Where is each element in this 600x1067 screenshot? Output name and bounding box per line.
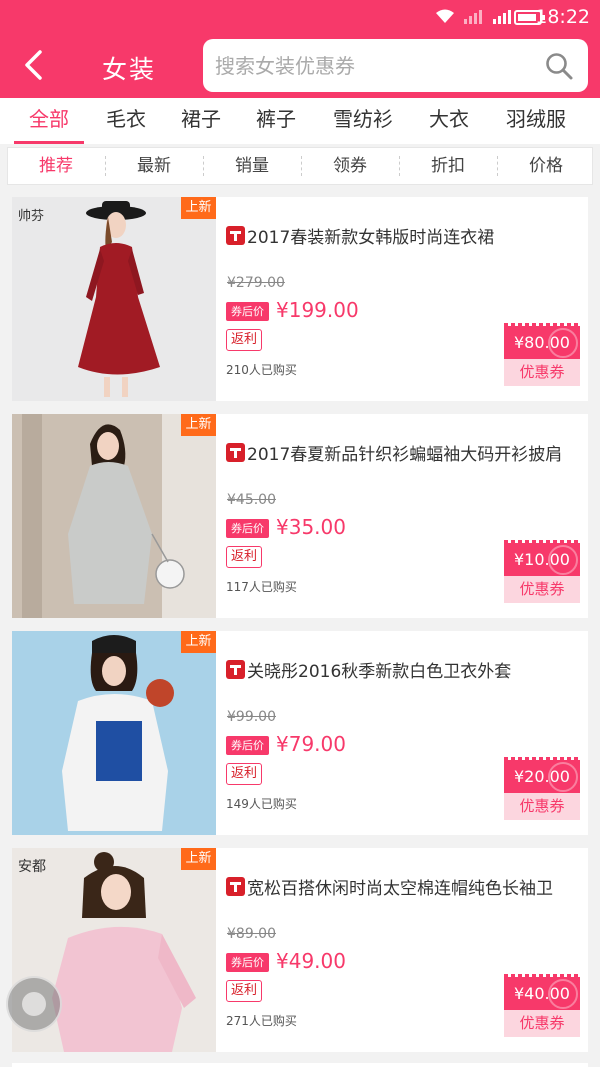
sort-price[interactable]: 价格 xyxy=(506,148,586,184)
page-title: 女装 xyxy=(102,55,157,84)
product-title-row[interactable]: 关晓彤2016秋季新款白色卫衣外套 xyxy=(226,656,582,682)
rebate-tag[interactable]: 返利 xyxy=(226,546,262,568)
sort-bar: 推荐 最新 销量 领券 折扣 价格 xyxy=(7,147,593,185)
tmall-icon xyxy=(226,442,245,462)
sort-coupon[interactable]: 领券 xyxy=(310,148,390,184)
category-tabs: 全部 毛衣 裙子 裤子 雪纺衫 大衣 羽绒服 xyxy=(0,98,600,144)
product-card[interactable]: 帅芬 上新 2017春装新款女韩版时尚连衣裙 ¥279.00 券后价 ¥199.… xyxy=(12,197,588,401)
tmall-icon xyxy=(226,876,245,896)
coupon-swirl-icon xyxy=(548,979,578,1009)
product-title-row[interactable]: 宽松百搭休闲时尚太空棉连帽纯色长袖卫 xyxy=(226,873,582,899)
signal-icon xyxy=(493,10,511,24)
rebate-tag[interactable]: 返利 xyxy=(226,763,262,785)
coupon-button[interactable]: ¥20.00 优惠券 xyxy=(504,757,580,822)
brand-logo: 帅芬 xyxy=(18,209,45,224)
app-header: 18:22 女装 xyxy=(0,0,600,98)
search-box[interactable] xyxy=(203,39,588,92)
tab-skirt[interactable]: 裙子 xyxy=(171,98,231,144)
next-product-card xyxy=(12,1063,588,1067)
product-title-row[interactable]: 2017春装新款女韩版时尚连衣裙 xyxy=(226,222,582,248)
after-coupon-price: ¥79.00 xyxy=(276,732,346,756)
coupon-swirl-icon xyxy=(548,328,578,358)
coupon-label: 优惠券 xyxy=(504,1010,580,1037)
original-price: ¥99.00 xyxy=(227,709,276,725)
divider xyxy=(105,156,106,176)
tab-coat[interactable]: 大衣 xyxy=(419,98,479,144)
original-price: ¥279.00 xyxy=(227,275,285,291)
after-coupon-price: ¥49.00 xyxy=(276,949,346,973)
new-badge: 上新 xyxy=(181,848,216,870)
rebate-tag[interactable]: 返利 xyxy=(226,329,262,351)
tmall-icon xyxy=(226,225,245,245)
product-image[interactable]: 帅芬 上新 xyxy=(12,197,216,401)
sold-count: 149人已购买 xyxy=(226,797,297,811)
brand-logo: 安都 xyxy=(18,859,46,875)
sort-recommended[interactable]: 推荐 xyxy=(16,148,96,184)
coupon-label: 优惠券 xyxy=(504,576,580,603)
sold-count: 210人已购买 xyxy=(226,363,297,377)
sort-sales[interactable]: 销量 xyxy=(212,148,292,184)
cardigan-photo xyxy=(12,414,216,618)
sold-count: 271人已购买 xyxy=(226,1014,297,1028)
after-coupon-price: ¥199.00 xyxy=(276,298,359,322)
product-title[interactable]: 2017春装新款女韩版时尚连衣裙 xyxy=(247,223,494,248)
product-card[interactable]: 安都 上新 宽松百搭休闲时尚太空棉连帽纯色长袖卫 ¥89.00 券后价 ¥49.… xyxy=(12,848,588,1052)
active-tab-indicator xyxy=(14,141,84,144)
floating-assistive-button[interactable] xyxy=(6,976,62,1032)
tab-down-jacket[interactable]: 羽绒服 xyxy=(497,98,575,144)
coupon-swirl-icon xyxy=(548,545,578,575)
chevron-left-icon[interactable] xyxy=(18,48,52,82)
product-title[interactable]: 宽松百搭休闲时尚太空棉连帽纯色长袖卫 xyxy=(247,874,553,899)
sold-count: 117人已购买 xyxy=(226,580,297,594)
search-icon[interactable] xyxy=(544,51,574,81)
coupon-price-label: 券后价 xyxy=(226,519,269,538)
coupon-button[interactable]: ¥40.00 优惠券 xyxy=(504,974,580,1039)
coupon-price-label: 券后价 xyxy=(226,953,269,972)
original-price: ¥89.00 xyxy=(227,926,276,942)
product-image[interactable]: 上新 xyxy=(12,414,216,618)
coupon-swirl-icon xyxy=(548,762,578,792)
divider xyxy=(203,156,204,176)
coupon-label: 优惠券 xyxy=(504,359,580,386)
coupon-price-label: 券后价 xyxy=(226,736,269,755)
product-card[interactable]: 上新 关晓彤2016秋季新款白色卫衣外套 ¥99.00 券后价 ¥79.00 返… xyxy=(12,631,588,835)
tab-pants[interactable]: 裤子 xyxy=(246,98,306,144)
tab-all[interactable]: 全部 xyxy=(14,98,84,144)
tab-chiffon[interactable]: 雪纺衫 xyxy=(324,98,402,144)
dress-photo xyxy=(78,201,160,397)
after-coupon-price: ¥35.00 xyxy=(276,515,346,539)
product-title-row[interactable]: 2017春夏新品针织衫蝙蝠袖大码开衫披肩 xyxy=(226,439,582,465)
new-badge: 上新 xyxy=(181,631,216,653)
product-card[interactable]: 上新 2017春夏新品针织衫蝙蝠袖大码开衫披肩 ¥45.00 券后价 ¥35.0… xyxy=(12,414,588,618)
status-time: 18:22 xyxy=(535,6,590,28)
divider xyxy=(497,156,498,176)
status-icons xyxy=(434,8,514,24)
status-bar: 18:22 xyxy=(0,0,600,34)
tab-sweater[interactable]: 毛衣 xyxy=(96,98,156,144)
new-badge: 上新 xyxy=(181,197,216,219)
product-title[interactable]: 2017春夏新品针织衫蝙蝠袖大码开衫披肩 xyxy=(247,440,562,465)
search-input[interactable] xyxy=(215,39,535,92)
divider xyxy=(399,156,400,176)
tmall-icon xyxy=(226,659,245,679)
sort-newest[interactable]: 最新 xyxy=(114,148,194,184)
coupon-label: 优惠券 xyxy=(504,793,580,820)
product-title[interactable]: 关晓彤2016秋季新款白色卫衣外套 xyxy=(247,657,511,682)
divider xyxy=(301,156,302,176)
signal-icon xyxy=(464,10,482,24)
product-image[interactable]: 上新 xyxy=(12,631,216,835)
original-price: ¥45.00 xyxy=(227,492,276,508)
new-badge: 上新 xyxy=(181,414,216,436)
wifi-icon xyxy=(436,9,454,23)
coupon-button[interactable]: ¥80.00 优惠券 xyxy=(504,323,580,388)
rebate-tag[interactable]: 返利 xyxy=(226,980,262,1002)
sort-discount[interactable]: 折扣 xyxy=(408,148,488,184)
coupon-button[interactable]: ¥10.00 优惠券 xyxy=(504,540,580,605)
hoodie-photo xyxy=(12,631,216,835)
coupon-price-label: 券后价 xyxy=(226,302,269,321)
